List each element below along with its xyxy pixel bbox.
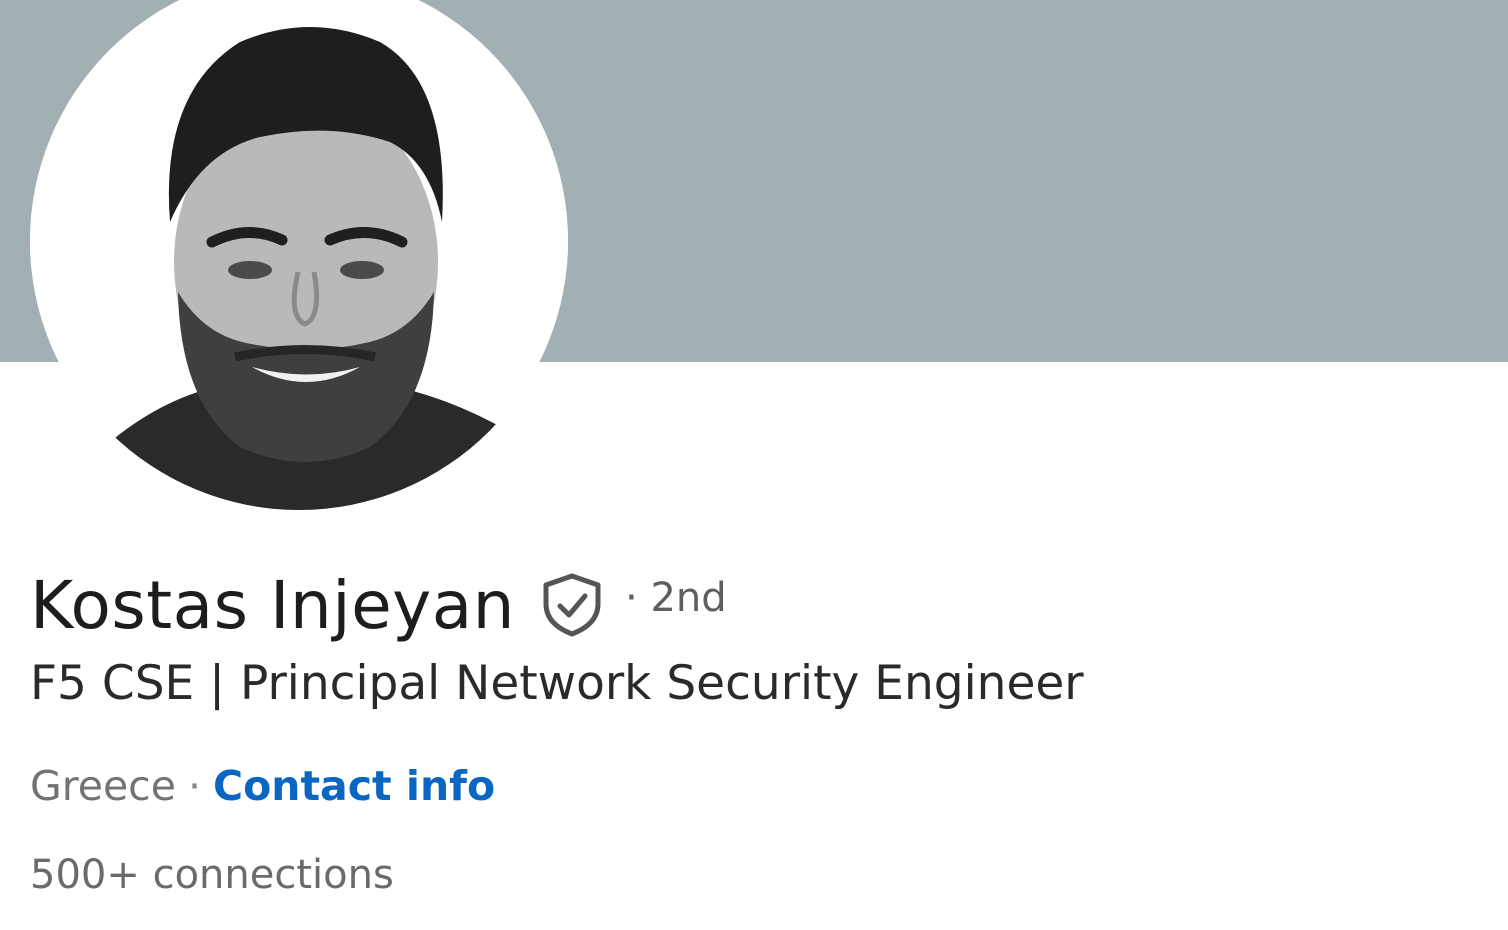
profile-location: Greece (30, 762, 176, 810)
location-row: Greece · Contact info (30, 762, 495, 810)
connection-degree: · 2nd (625, 575, 727, 621)
separator-dot: · (187, 762, 201, 810)
profile-name-row: Kostas Injeyan · 2nd (30, 560, 727, 650)
shield-check-icon[interactable] (541, 572, 603, 638)
contact-info-link[interactable]: Contact info (213, 762, 495, 810)
profile-headline: F5 CSE | Principal Network Security Engi… (30, 656, 1084, 711)
profile-name: Kostas Injeyan (30, 566, 516, 644)
connections-count[interactable]: 500+ connections (30, 852, 394, 898)
profile-photo[interactable] (30, 0, 568, 510)
profile-card: Kostas Injeyan · 2nd F5 CSE | Principal … (0, 0, 1508, 930)
